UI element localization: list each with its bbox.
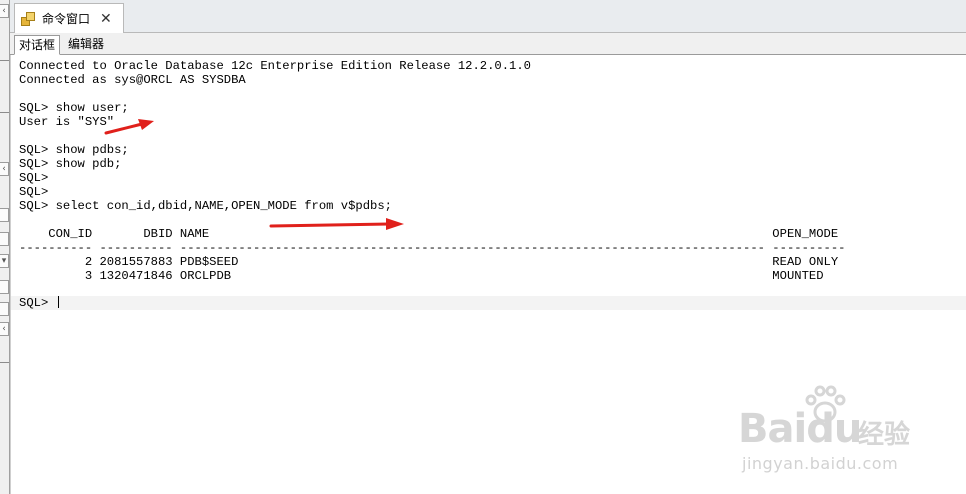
tab-command-window[interactable]: 命令窗口 ✕ — [14, 3, 124, 33]
console-line: SQL> select con_id,dbid,NAME,OPEN_MODE f… — [19, 199, 392, 213]
subtab-bar: 对话框 编辑器 — [10, 33, 966, 55]
lock-icon[interactable] — [0, 280, 9, 294]
watermark-brand-cn: 经验 — [858, 420, 911, 450]
console-line: 3 1320471846 ORCLPDB MOUNTED — [19, 269, 824, 283]
chevron-left-icon[interactable]: ‹ — [0, 162, 9, 176]
watermark-brand: Baidu — [738, 406, 862, 452]
watermark: Baidu 经验 jingyan.baidu.com — [736, 384, 926, 474]
console-line: 2 2081557883 PDB$SEED READ ONLY — [19, 255, 839, 269]
divider — [0, 60, 9, 61]
console-line: SQL> show user; — [19, 101, 129, 115]
red-arrow-icon — [104, 119, 154, 135]
divider — [0, 112, 9, 113]
console-line: CON_ID DBID NAME OPEN_MODE — [19, 227, 839, 241]
chevron-left-icon[interactable]: ‹ — [0, 322, 9, 336]
console-line: SQL> — [19, 171, 49, 185]
watermark-url: jingyan.baidu.com — [742, 454, 899, 473]
console-line: SQL> — [19, 185, 49, 199]
command-window-icon — [21, 11, 36, 26]
panel-button[interactable] — [0, 302, 9, 316]
document-tab-bar: 命令窗口 ✕ — [10, 0, 966, 33]
tab-dialog[interactable]: 对话框 — [14, 35, 61, 55]
panel-button[interactable] — [0, 208, 9, 222]
console-line: ---------- ---------- ------------------… — [19, 241, 846, 255]
red-arrow-icon — [269, 218, 404, 230]
command-input[interactable]: SQL> — [19, 296, 59, 310]
close-icon[interactable]: ✕ — [100, 12, 112, 26]
dropdown-icon[interactable]: ▾ — [0, 254, 9, 268]
text-caret — [57, 296, 59, 308]
divider — [0, 362, 9, 363]
console-line: Connected as sys@ORCL AS SYSDBA — [19, 73, 246, 87]
console-lines: Connected to Oracle Database 12c Enterpr… — [19, 59, 845, 283]
command-input-row[interactable]: SQL> — [11, 296, 966, 310]
tab-editor[interactable]: 编辑器 — [64, 35, 108, 55]
console-line: SQL> show pdb; — [19, 157, 122, 171]
sql-prompt: SQL> — [19, 296, 56, 310]
console-line: Connected to Oracle Database 12c Enterpr… — [19, 59, 531, 73]
tab-label: 命令窗口 — [42, 12, 91, 26]
left-toolbar: ‹ ‹ ▾ ‹ — [0, 0, 10, 494]
chevron-left-icon[interactable]: ‹ — [0, 4, 9, 18]
console-line: SQL> show pdbs; — [19, 143, 129, 157]
panel-button[interactable] — [0, 232, 9, 246]
